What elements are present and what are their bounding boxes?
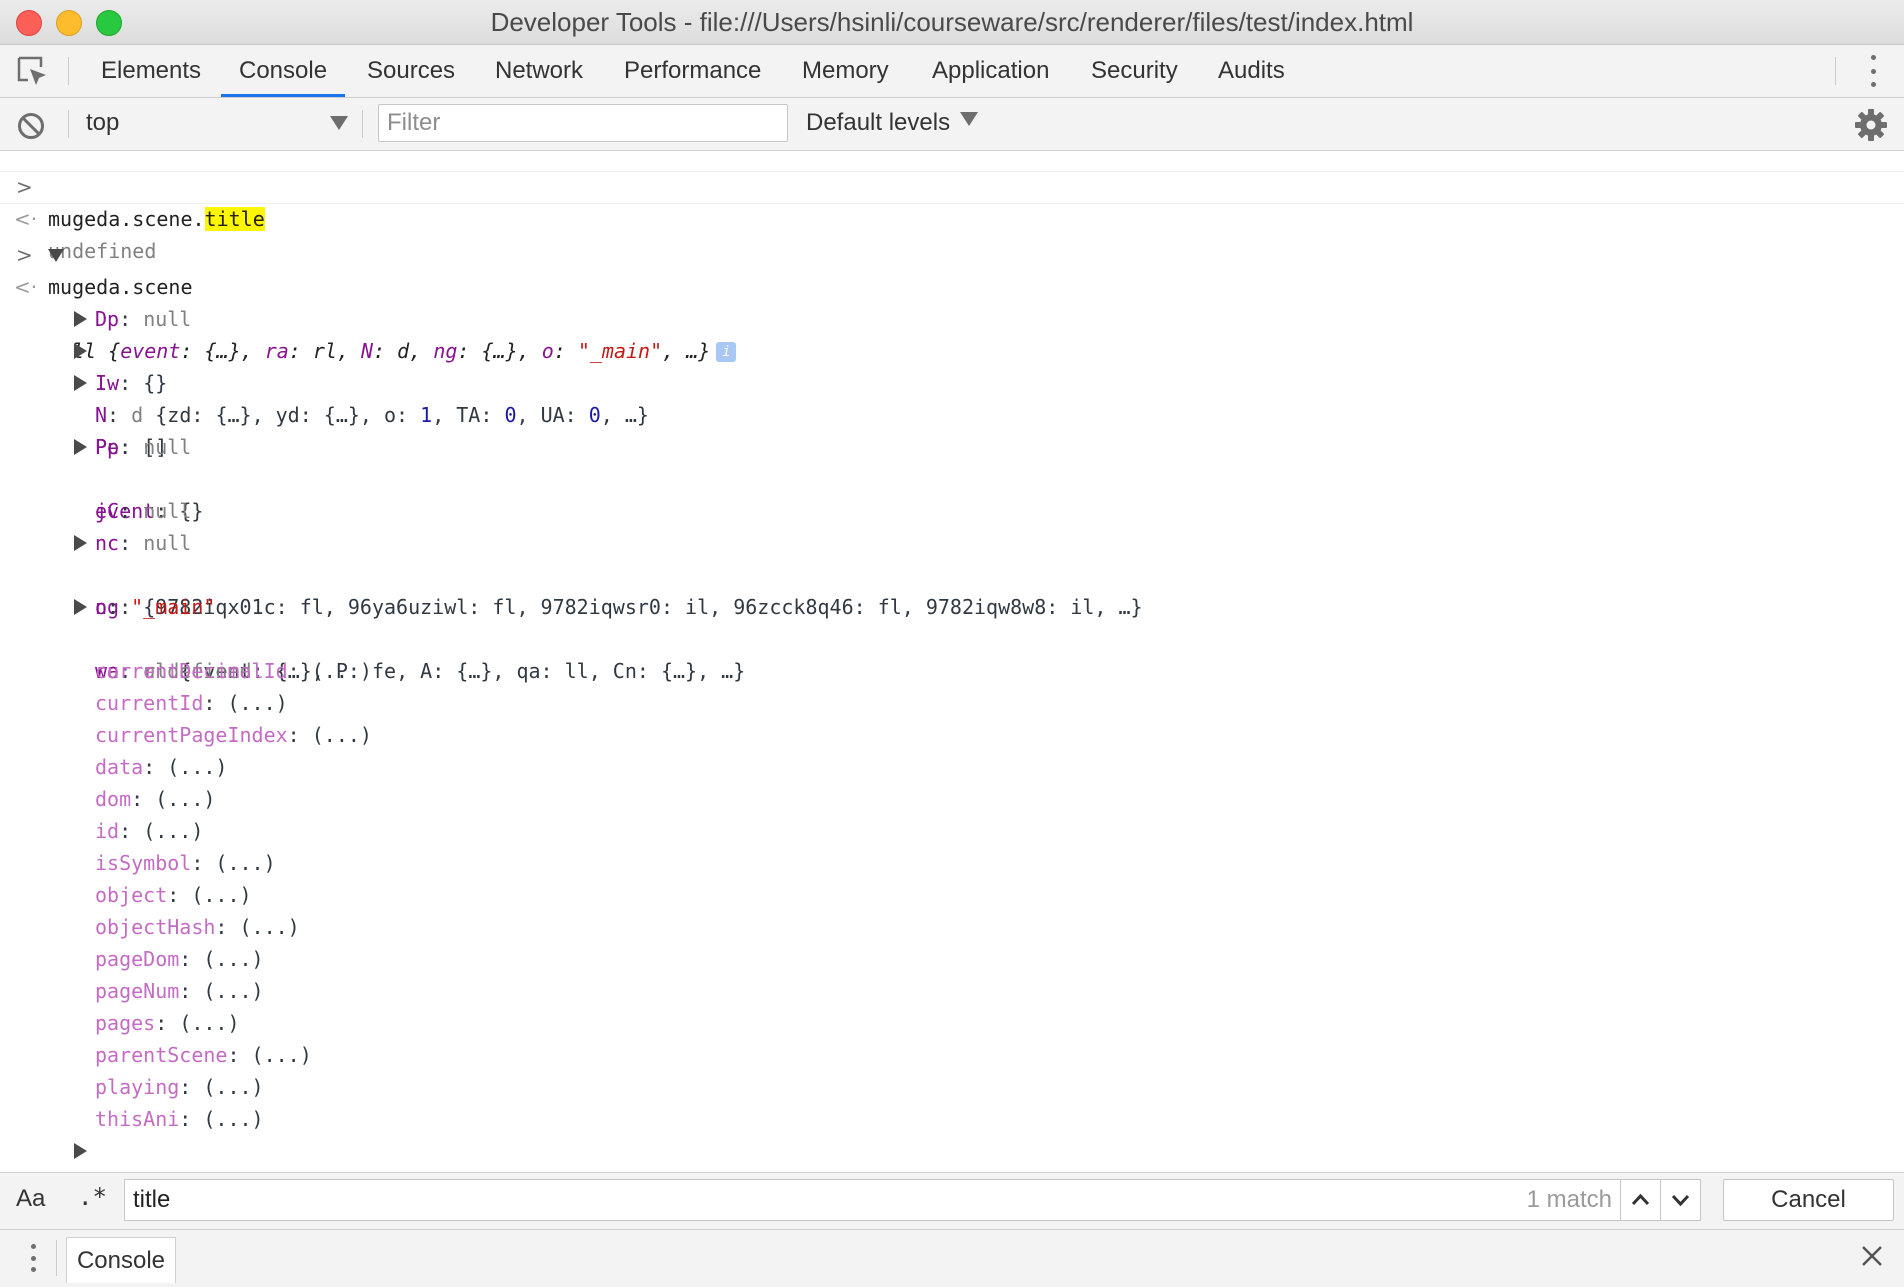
tab-audits[interactable]: Audits: [1200, 45, 1303, 97]
property-row: o: "_main": [95, 595, 216, 619]
object-summary-row[interactable]: <· ll {event: {…}, ra: rl, N: d, ng: {…}…: [0, 239, 1904, 363]
property-row[interactable]: N: d {zd: {…}, yd: {…}, o: 1, TA: 0, UA:…: [0, 335, 1904, 427]
getter-row[interactable]: parentScene: (...): [0, 1039, 1904, 1071]
chevron-down-icon: [1671, 1194, 1690, 1207]
drawer-tab-console[interactable]: Console: [66, 1237, 176, 1283]
getter-row[interactable]: data: (...): [0, 751, 1904, 783]
property-row: wo: undefined: [95, 659, 252, 683]
clear-console-icon[interactable]: [16, 111, 46, 141]
log-levels-label: Default levels: [806, 109, 951, 136]
panel-tabbar: Elements Console Sources Network Perform…: [0, 45, 1904, 98]
console-result-row: <· undefined: [0, 171, 1904, 263]
expand-triangle-icon[interactable]: [74, 439, 87, 455]
getter-row[interactable]: currentId: (...): [0, 687, 1904, 719]
tab-elements[interactable]: Elements: [83, 45, 219, 97]
property-row[interactable]: event: {}: [0, 431, 1904, 523]
expand-triangle-icon[interactable]: [74, 375, 87, 391]
tab-divider: [68, 57, 69, 85]
property-row: jC: null: [95, 499, 192, 523]
chevron-up-icon: [1631, 1193, 1650, 1206]
dropdown-arrow-icon: [960, 112, 979, 126]
console-input-row: > mugeda.scene.title: [0, 151, 1904, 231]
property-row: Pp: null: [95, 435, 192, 459]
next-match-button[interactable]: [1660, 1179, 1701, 1221]
log-levels-dropdown[interactable]: Default levels: [806, 108, 979, 138]
property-row: Dp: null: [95, 307, 192, 331]
window-titlebar: Developer Tools - file:///Users/hsinli/c…: [0, 0, 1904, 45]
expand-triangle-icon[interactable]: [74, 343, 87, 359]
tab-security[interactable]: Security: [1073, 45, 1196, 97]
getter-row[interactable]: pages: (...): [0, 1007, 1904, 1039]
property-row: nc: null: [95, 531, 192, 555]
cancel-search-button[interactable]: Cancel: [1723, 1179, 1894, 1221]
match-case-toggle[interactable]: Aa: [16, 1185, 45, 1213]
expand-triangle-icon[interactable]: [74, 535, 87, 551]
getter-row[interactable]: currentDecimalId: (...): [0, 655, 1904, 687]
getter-row[interactable]: playing: (...): [0, 1071, 1904, 1103]
tab-memory[interactable]: Memory: [784, 45, 907, 97]
expand-triangle-icon[interactable]: [74, 311, 87, 327]
settings-gear-icon[interactable]: [1854, 108, 1888, 142]
drawer-menu-icon[interactable]: [29, 1244, 37, 1272]
console-input-row: > mugeda.scene: [0, 207, 1904, 299]
getter-row[interactable]: isSymbol: (...): [0, 847, 1904, 879]
close-drawer-icon[interactable]: [1860, 1244, 1884, 1268]
toolbar-divider: [362, 110, 363, 138]
more-options-icon[interactable]: [1869, 55, 1877, 87]
getter-row[interactable]: id: (...): [0, 815, 1904, 847]
context-value: top: [86, 109, 120, 136]
getter-row[interactable]: thisAni: (...): [0, 1103, 1904, 1135]
getter-row[interactable]: pageNum: (...): [0, 975, 1904, 1007]
getter-row[interactable]: object: (...): [0, 879, 1904, 911]
getter-row[interactable]: objectHash: (...): [0, 911, 1904, 943]
drawer-tabbar: [0, 1229, 1904, 1287]
tab-console[interactable]: Console: [221, 45, 346, 97]
tab-performance[interactable]: Performance: [606, 45, 779, 97]
search-input[interactable]: [124, 1179, 1622, 1221]
dropdown-arrow-icon: [330, 116, 348, 130]
tab-network[interactable]: Network: [477, 45, 601, 97]
filter-input[interactable]: [378, 104, 788, 142]
getter-function-row[interactable]: get currentDecimalId: f (): [0, 1135, 1904, 1167]
getter-row[interactable]: pageDom: (...): [0, 943, 1904, 975]
property-row[interactable]: Pe: []: [0, 367, 1904, 459]
console-output[interactable]: > mugeda.scene.title <· undefined > muge…: [0, 151, 1904, 1171]
getter-row[interactable]: dom: (...): [0, 783, 1904, 815]
property-row[interactable]: ng: {9782iqx01c: fl, 96ya6uziwl: fl, 978…: [0, 527, 1904, 619]
tab-divider: [1835, 57, 1836, 85]
previous-match-button[interactable]: [1620, 1179, 1661, 1221]
match-count: 1 match: [1526, 1186, 1612, 1213]
regex-toggle[interactable]: .*: [78, 1183, 107, 1211]
toolbar-divider: [68, 110, 69, 138]
tab-sources[interactable]: Sources: [349, 45, 473, 97]
getter-row[interactable]: currentPageIndex: (...): [0, 719, 1904, 751]
context-selector[interactable]: top: [86, 108, 348, 138]
inspect-element-icon[interactable]: [16, 55, 50, 89]
tab-application[interactable]: Application: [914, 45, 1067, 97]
expand-triangle-icon[interactable]: [74, 599, 87, 615]
property-row[interactable]: ra: rl {event: {…}, P: fe, A: {…}, qa: l…: [0, 591, 1904, 683]
expand-triangle-icon[interactable]: [74, 1143, 87, 1159]
drawer-divider: [56, 1240, 57, 1276]
expand-triangle-icon[interactable]: [48, 249, 64, 262]
property-row[interactable]: Iw: {}: [0, 303, 1904, 395]
window-title: Developer Tools - file:///Users/hsinli/c…: [490, 7, 1414, 37]
